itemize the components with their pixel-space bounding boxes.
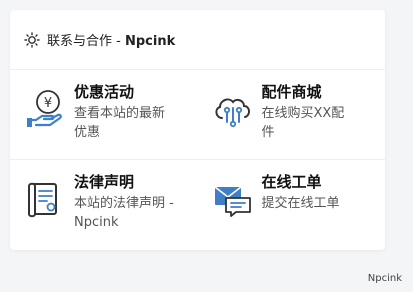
accessory-store-item[interactable]: 配件商城 在线购买XX配件	[198, 70, 386, 159]
legal-notice-item[interactable]: 法律声明 本站的法律声明 - Npcink	[10, 160, 198, 250]
promotions-title: 优惠活动	[74, 83, 135, 101]
legal-notice-desc: 本站的法律声明 - Npcink	[74, 196, 174, 230]
promotions-item[interactable]: ¥ 优惠活动 查看本站的最新 优惠	[10, 70, 198, 159]
sun-icon	[24, 31, 40, 48]
support-ticket-item[interactable]: 在线工单 提交在线工单	[198, 160, 386, 250]
card-header: 联系与合作 - Npcink	[10, 10, 385, 70]
accessory-store-desc: 在线购买XX配件	[261, 106, 345, 140]
card-title: 联系与合作 - Npcink	[47, 34, 176, 49]
footer-brand: Npcink	[367, 273, 402, 284]
svg-text:¥: ¥	[44, 96, 52, 111]
support-ticket-title: 在线工单	[261, 173, 322, 191]
accessory-store-title: 配件商城	[261, 83, 322, 101]
mail-chat-icon	[214, 186, 251, 217]
certificate-scroll-icon	[28, 182, 57, 218]
promotions-desc: 查看本站的最新 优惠	[74, 106, 166, 140]
cloud-circuit-icon	[214, 98, 250, 128]
coin-in-hand-icon: ¥	[26, 90, 62, 127]
legal-notice-title: 法律声明	[74, 173, 135, 191]
contact-card: 联系与合作 - Npcink ¥ 优惠活动 查看本站的最新 优惠 配件商城 在线…	[10, 10, 385, 250]
support-ticket-desc: 提交在线工单	[261, 196, 340, 211]
